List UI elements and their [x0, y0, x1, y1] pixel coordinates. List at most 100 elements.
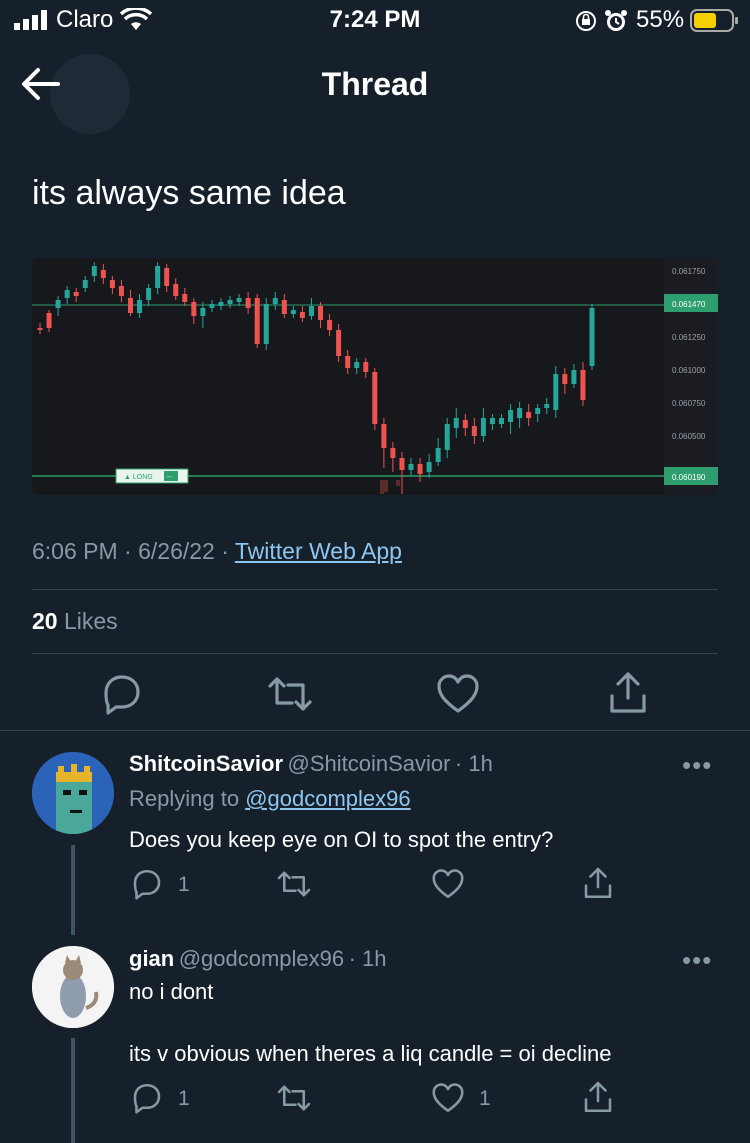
- candle-body: [64, 290, 70, 298]
- candle-body: [499, 418, 505, 424]
- candle-body: [553, 374, 559, 410]
- candlestick-chart: 0.061750 0.061470 0.061250 0.061000 0.060750…: [32, 258, 718, 495]
- candle-body: [363, 362, 369, 372]
- reply-icon[interactable]: [129, 866, 165, 902]
- replying-to-line: Replying to @godcomplex96: [129, 786, 411, 812]
- tweet-time: 6:06 PM: [32, 538, 118, 564]
- candle-body: [354, 362, 360, 368]
- candle-body: [580, 370, 586, 400]
- likes-label: Likes: [63, 608, 118, 634]
- likes-count: 20: [32, 608, 58, 634]
- tweet-chart-image[interactable]: 0.061750 0.061470 0.061250 0.061000 0.060750…: [32, 258, 718, 495]
- author-handle[interactable]: @ShitcoinSavior: [288, 751, 451, 776]
- orientation-lock-icon: [576, 11, 596, 31]
- candle-body: [562, 374, 568, 384]
- candle-body: [399, 458, 405, 470]
- reply-icon[interactable]: [129, 1080, 165, 1116]
- candle-body: [100, 270, 106, 278]
- candle-body: [127, 298, 133, 313]
- retweet-icon[interactable]: [276, 1080, 312, 1116]
- price-tick-label: 0.060190: [672, 473, 706, 482]
- share-icon[interactable]: [580, 866, 616, 902]
- candle-body: [46, 313, 52, 328]
- author-handle[interactable]: @godcomplex96: [179, 946, 344, 971]
- price-axis-panel: [664, 258, 718, 495]
- like-icon[interactable]: [430, 866, 466, 902]
- candle-body: [254, 298, 260, 344]
- candle-body: [182, 294, 188, 302]
- candle-body: [272, 298, 278, 304]
- candle-body: [118, 286, 124, 296]
- price-tick-label: 0.060750: [672, 399, 706, 408]
- candle-body: [517, 408, 523, 418]
- retweet-icon[interactable]: [276, 866, 312, 902]
- avatar[interactable]: [32, 752, 114, 834]
- reply-author-line: gian @godcomplex96 · 1h: [129, 946, 387, 972]
- candle-body: [299, 312, 305, 318]
- candle-body: [155, 266, 161, 288]
- candle-body: [37, 328, 43, 330]
- long-tag-label: --: [167, 474, 172, 481]
- page-title: Thread: [321, 66, 429, 102]
- author-name[interactable]: gian: [129, 946, 174, 971]
- price-tick-label: 0.061750: [672, 267, 706, 276]
- retweet-icon[interactable]: [266, 670, 314, 718]
- avatar[interactable]: [32, 946, 114, 1028]
- price-tick-label: 0.061000: [672, 366, 706, 375]
- reply-count: 1: [178, 1087, 190, 1110]
- candle-body: [480, 418, 486, 436]
- more-icon[interactable]: •••: [682, 945, 712, 976]
- candle-body: [191, 302, 197, 316]
- alarm-icon: [605, 10, 627, 31]
- section-divider: [0, 730, 750, 731]
- reply-icon[interactable]: [98, 670, 146, 718]
- candle-body: [245, 298, 251, 308]
- candle-body: [390, 448, 396, 458]
- price-tick-label: 0.061470: [672, 300, 706, 309]
- thread-connector-line: [71, 845, 75, 935]
- reply-text: Does you keep eye on OI to spot the entr…: [129, 827, 554, 852]
- tweet-date: 6/26/22: [138, 538, 215, 564]
- volume-bar: [380, 480, 384, 494]
- candle-body: [435, 448, 441, 462]
- candle-body: [372, 372, 378, 424]
- candle-body: [453, 418, 459, 428]
- meta-separator: ·: [221, 538, 235, 564]
- candle-body: [209, 304, 215, 308]
- like-icon[interactable]: [430, 1080, 466, 1116]
- candle-body: [408, 464, 414, 470]
- reply-count: 1: [178, 873, 190, 896]
- candle-body: [345, 356, 351, 368]
- candle-body: [236, 298, 242, 302]
- tweet-text: its always same idea: [32, 174, 346, 212]
- candle-body: [55, 300, 61, 308]
- reply-author-line: ShitcoinSavior @ShitcoinSavior · 1h: [129, 751, 493, 777]
- author-name[interactable]: ShitcoinSavior: [129, 751, 283, 776]
- volume-bar: [384, 480, 388, 492]
- reply-text-line: no i dont: [129, 979, 214, 1004]
- share-icon[interactable]: [580, 1080, 616, 1116]
- tweet-source-link[interactable]: Twitter Web App: [235, 538, 402, 564]
- candle-body: [508, 410, 514, 422]
- more-icon[interactable]: •••: [682, 750, 712, 781]
- candle-body: [535, 408, 541, 414]
- candle-body: [227, 300, 233, 304]
- like-icon[interactable]: [434, 670, 482, 718]
- battery-icon: [690, 9, 738, 32]
- candle-body: [137, 300, 143, 313]
- divider: [32, 589, 718, 590]
- share-icon[interactable]: [604, 670, 652, 718]
- price-tick-label: 0.060500: [672, 432, 706, 441]
- candle-body: [218, 302, 224, 306]
- replying-handle-link[interactable]: @godcomplex96: [245, 786, 410, 811]
- candle-body: [589, 308, 595, 366]
- long-label: ▲ LONG: [124, 474, 153, 481]
- thread-connector-line: [71, 1038, 75, 1143]
- candle-body: [426, 462, 432, 472]
- reply-time: · 1h: [454, 751, 493, 776]
- candle-body: [544, 404, 550, 408]
- likes-count-row[interactable]: 20 Likes: [32, 608, 118, 635]
- battery-percent: 55%: [636, 6, 685, 33]
- like-count: 1: [479, 1087, 491, 1110]
- tweet-meta: 6:06 PM · 6/26/22 · Twitter Web App: [32, 538, 402, 565]
